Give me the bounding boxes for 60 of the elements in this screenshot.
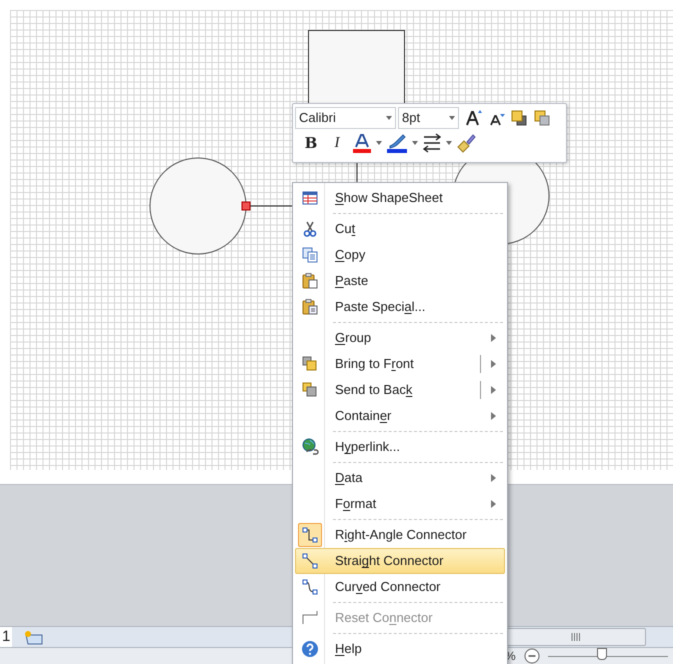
menu-item[interactable]: Container	[293, 403, 507, 432]
submenu-arrow-icon	[491, 412, 496, 420]
horizontal-scrollbar[interactable]	[506, 628, 646, 646]
menu-item[interactable]: Right-Angle Connector	[293, 522, 507, 548]
font-field[interactable]: Calibri	[295, 107, 396, 129]
submenu-arrow-icon	[491, 386, 496, 394]
menu-item[interactable]: Help	[293, 636, 507, 662]
curved-connector-icon	[301, 578, 319, 596]
menu-item[interactable]: Hyperlink...	[293, 434, 507, 463]
submenu-arrow-icon	[491, 334, 496, 342]
menu-item[interactable]: Paste Special...	[293, 294, 507, 323]
menu-item[interactable]: Straight Connector	[293, 548, 507, 574]
menu-item[interactable]: Show ShapeSheet	[293, 185, 507, 214]
menu-item[interactable]: Send to Back	[293, 377, 507, 403]
split-divider	[480, 381, 481, 399]
connector-icon	[301, 609, 319, 627]
dropdown-caret-icon	[446, 141, 452, 145]
dropdown-caret-icon	[376, 141, 382, 145]
submenu-arrow-icon	[491, 360, 496, 368]
menu-item[interactable]: Cut	[293, 216, 507, 242]
slider-thumb[interactable]	[597, 648, 608, 660]
bold-button[interactable]: B	[300, 132, 322, 154]
clipboard-icon	[301, 298, 319, 316]
bring-to-front-icon	[301, 355, 319, 373]
dropdown-caret-icon	[412, 141, 418, 145]
split-divider	[480, 355, 481, 373]
table-icon	[301, 189, 319, 207]
menu-item[interactable]: Data	[293, 465, 507, 491]
italic-button[interactable]: I	[326, 132, 348, 154]
scissors-icon	[301, 220, 319, 238]
submenu-arrow-icon	[491, 474, 496, 482]
bring-to-front-icon	[511, 110, 527, 126]
arrows-icon	[422, 133, 442, 153]
globe-link-icon	[301, 438, 319, 456]
clipboard-icon	[301, 272, 319, 290]
help-icon	[301, 640, 319, 658]
straight-connector-icon	[301, 552, 319, 570]
send-to-back-icon	[301, 381, 319, 399]
menu-item[interactable]: Format	[293, 491, 507, 520]
menu-item[interactable]: Copy	[293, 242, 507, 268]
zoom-out-icon	[524, 648, 540, 664]
copy-icon	[301, 246, 319, 264]
line-color-icon	[386, 133, 408, 153]
grow-font-icon	[465, 109, 483, 127]
menu-item[interactable]: Bring to Front	[293, 351, 507, 377]
menu-item[interactable]: Curved Connector	[293, 574, 507, 603]
grip-icon	[571, 633, 581, 641]
dropdown-caret-icon	[449, 116, 455, 120]
font-size-field[interactable]: 8pt	[398, 107, 459, 129]
menu-item[interactable]: Paste	[293, 268, 507, 294]
format-painter-icon	[456, 133, 476, 153]
submenu-arrow-icon	[491, 500, 496, 508]
send-to-back-icon	[533, 109, 551, 127]
font-color-icon	[352, 133, 372, 153]
insert-page-icon	[22, 630, 44, 646]
connection-handle	[242, 202, 250, 210]
page-tab[interactable]: 1	[0, 627, 12, 647]
right-angle-connector-icon	[301, 526, 319, 544]
menu-item[interactable]: Group	[293, 325, 507, 351]
dropdown-caret-icon	[386, 116, 392, 120]
